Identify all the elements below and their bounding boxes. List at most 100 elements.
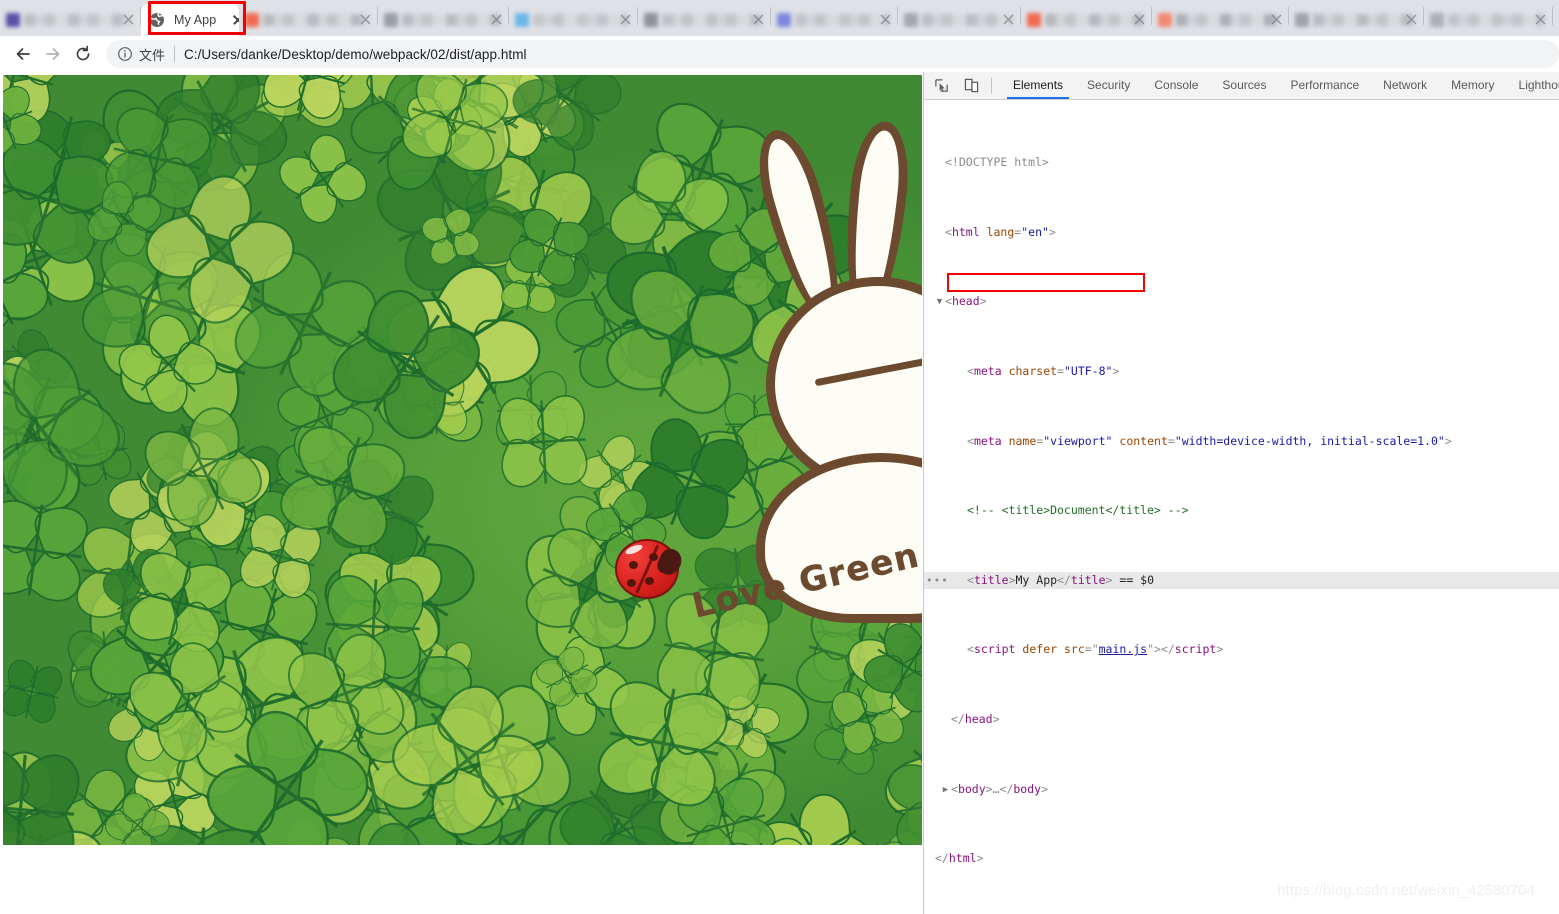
close-icon[interactable] bbox=[1002, 13, 1015, 26]
body-close-tag-name: body bbox=[1013, 781, 1042, 796]
dom-row-script[interactable]: <script defer src="main.js"></script> bbox=[924, 641, 1559, 658]
dom-row-meta-viewport[interactable]: <meta name="viewport" content="width=dev… bbox=[924, 433, 1559, 450]
close-icon[interactable] bbox=[1133, 13, 1146, 26]
tab-memory[interactable]: Memory bbox=[1439, 72, 1506, 99]
script-close-tag-name: script bbox=[1174, 642, 1217, 657]
expand-triangle-icon[interactable]: ▶ bbox=[940, 782, 951, 799]
browser-tab[interactable] bbox=[509, 3, 637, 36]
tab-elements[interactable]: Elements bbox=[1001, 72, 1075, 99]
page-viewport: Love Green bbox=[0, 72, 922, 914]
close-icon[interactable] bbox=[359, 13, 372, 26]
commented-title-text: <!-- <title>Document</title> --> bbox=[967, 503, 1189, 518]
close-icon[interactable] bbox=[879, 13, 892, 26]
tab-lighthouse[interactable]: Lighthouse bbox=[1507, 72, 1559, 99]
tab-network[interactable]: Network bbox=[1371, 72, 1439, 99]
tab-title-redacted bbox=[1448, 14, 1544, 26]
reload-button[interactable] bbox=[68, 39, 98, 69]
tab-title: My App bbox=[174, 12, 217, 27]
back-button[interactable] bbox=[8, 39, 38, 69]
clover-leaf bbox=[3, 488, 95, 613]
charset-attr: charset bbox=[1008, 364, 1058, 379]
head-tag-name: head bbox=[951, 294, 980, 309]
tab-title-redacted bbox=[1176, 14, 1280, 26]
tab-favicon bbox=[1027, 13, 1041, 27]
browser-tab[interactable] bbox=[898, 3, 1020, 36]
dom-row-html-open[interactable]: <html lang="en"> bbox=[924, 224, 1559, 241]
browser-tab[interactable] bbox=[0, 3, 140, 36]
tab-strip: My App bbox=[0, 0, 1559, 36]
src-attr: src bbox=[1063, 642, 1085, 657]
tab-performance[interactable]: Performance bbox=[1278, 72, 1371, 99]
tab-sources[interactable]: Sources bbox=[1210, 72, 1278, 99]
title-tag-name: title bbox=[973, 572, 1009, 587]
browser-tab[interactable] bbox=[239, 3, 377, 36]
browser-tab[interactable] bbox=[638, 3, 770, 36]
html-lang-value: "en" bbox=[1021, 224, 1049, 239]
device-toolbar-icon[interactable] bbox=[958, 73, 984, 99]
url-scheme-label: 文件 bbox=[139, 47, 166, 63]
tab-title-redacted bbox=[795, 14, 889, 26]
globe-icon bbox=[149, 12, 165, 28]
html-close-tag-name: html bbox=[948, 851, 977, 866]
tab-title-redacted bbox=[922, 14, 1012, 26]
html-tag-name: html bbox=[951, 224, 980, 239]
dom-row-body[interactable]: ▶ <body>…</body> bbox=[924, 781, 1559, 798]
close-icon[interactable] bbox=[122, 13, 135, 26]
ladybug-illustration bbox=[615, 539, 686, 599]
collapse-triangle-icon[interactable]: ▼ bbox=[934, 294, 945, 311]
tab-title-redacted bbox=[1045, 14, 1143, 26]
tab-console[interactable]: Console bbox=[1142, 72, 1210, 99]
dom-row-meta-charset[interactable]: <meta charset="UTF-8"> bbox=[924, 363, 1559, 380]
url-text[interactable]: C:/Users/danke/Desktop/demo/webpack/02/d… bbox=[184, 47, 527, 62]
tab-favicon bbox=[384, 13, 398, 27]
browser-toolbar: 文件 C:/Users/danke/Desktop/demo/webpack/0… bbox=[0, 36, 1559, 72]
tab-title-redacted bbox=[402, 14, 500, 26]
name-attr: name bbox=[1008, 433, 1037, 448]
browser-tab[interactable] bbox=[1152, 3, 1288, 36]
dom-row-head-close[interactable]: </head> bbox=[924, 711, 1559, 728]
tab-favicon bbox=[1430, 13, 1444, 27]
address-bar[interactable]: 文件 C:/Users/danke/Desktop/demo/webpack/0… bbox=[106, 40, 1559, 68]
script-src-link[interactable]: main.js bbox=[1099, 642, 1147, 656]
dom-tree: <!DOCTYPE html> <html lang="en"> ▼ <head>… bbox=[924, 102, 1559, 914]
name-attr-value: "viewport" bbox=[1043, 433, 1113, 448]
close-icon[interactable] bbox=[1534, 13, 1547, 26]
browser-window: My App 文件 C:/Users/danke/Desktop/demo/we… bbox=[0, 0, 1559, 914]
body-tag-name: body bbox=[957, 781, 986, 796]
tab-favicon bbox=[1158, 13, 1172, 27]
browser-tab[interactable] bbox=[771, 3, 897, 36]
close-icon[interactable] bbox=[752, 13, 765, 26]
tab-title-redacted bbox=[1313, 14, 1415, 26]
html-lang-attr: lang bbox=[986, 224, 1015, 239]
dom-row-doctype[interactable]: <!DOCTYPE html> bbox=[924, 154, 1559, 171]
close-icon[interactable] bbox=[1270, 13, 1283, 26]
tab-title-redacted bbox=[24, 14, 132, 26]
browser-tab[interactable] bbox=[378, 3, 508, 36]
close-icon[interactable] bbox=[1405, 13, 1418, 26]
browser-tab-active[interactable]: My App bbox=[141, 3, 239, 36]
forward-button[interactable] bbox=[38, 39, 68, 69]
dom-row-title-comment[interactable]: <!-- <title>Document</title> --> bbox=[924, 502, 1559, 519]
clover-leaf bbox=[589, 667, 738, 820]
browser-tab[interactable] bbox=[1289, 3, 1423, 36]
charset-value: "UTF-8" bbox=[1063, 364, 1113, 379]
clover-leaf bbox=[880, 748, 922, 845]
close-icon[interactable] bbox=[490, 13, 503, 26]
clover-background-image: Love Green bbox=[3, 75, 922, 845]
tab-title-redacted bbox=[662, 14, 762, 26]
close-icon[interactable] bbox=[619, 13, 632, 26]
dom-row-title-selected[interactable]: ••• <title>My App</title> == $0 bbox=[924, 571, 1559, 590]
dom-row-html-close[interactable]: </html> bbox=[924, 850, 1559, 867]
meta-tag-name: meta bbox=[973, 433, 1002, 448]
page-info-icon[interactable] bbox=[117, 46, 133, 62]
tab-security[interactable]: Security bbox=[1075, 72, 1142, 99]
inspect-element-icon[interactable] bbox=[928, 73, 954, 99]
tab-favicon bbox=[777, 13, 791, 27]
tab-favicon bbox=[904, 13, 918, 27]
content-attr: content bbox=[1119, 433, 1168, 448]
body-collapsed-ellipsis: … bbox=[992, 781, 1000, 796]
browser-tab[interactable] bbox=[1424, 3, 1552, 36]
dom-row-head-open[interactable]: ▼ <head> bbox=[924, 293, 1559, 310]
browser-tab[interactable] bbox=[1021, 3, 1151, 36]
node-menu-icon[interactable]: ••• bbox=[926, 572, 949, 589]
